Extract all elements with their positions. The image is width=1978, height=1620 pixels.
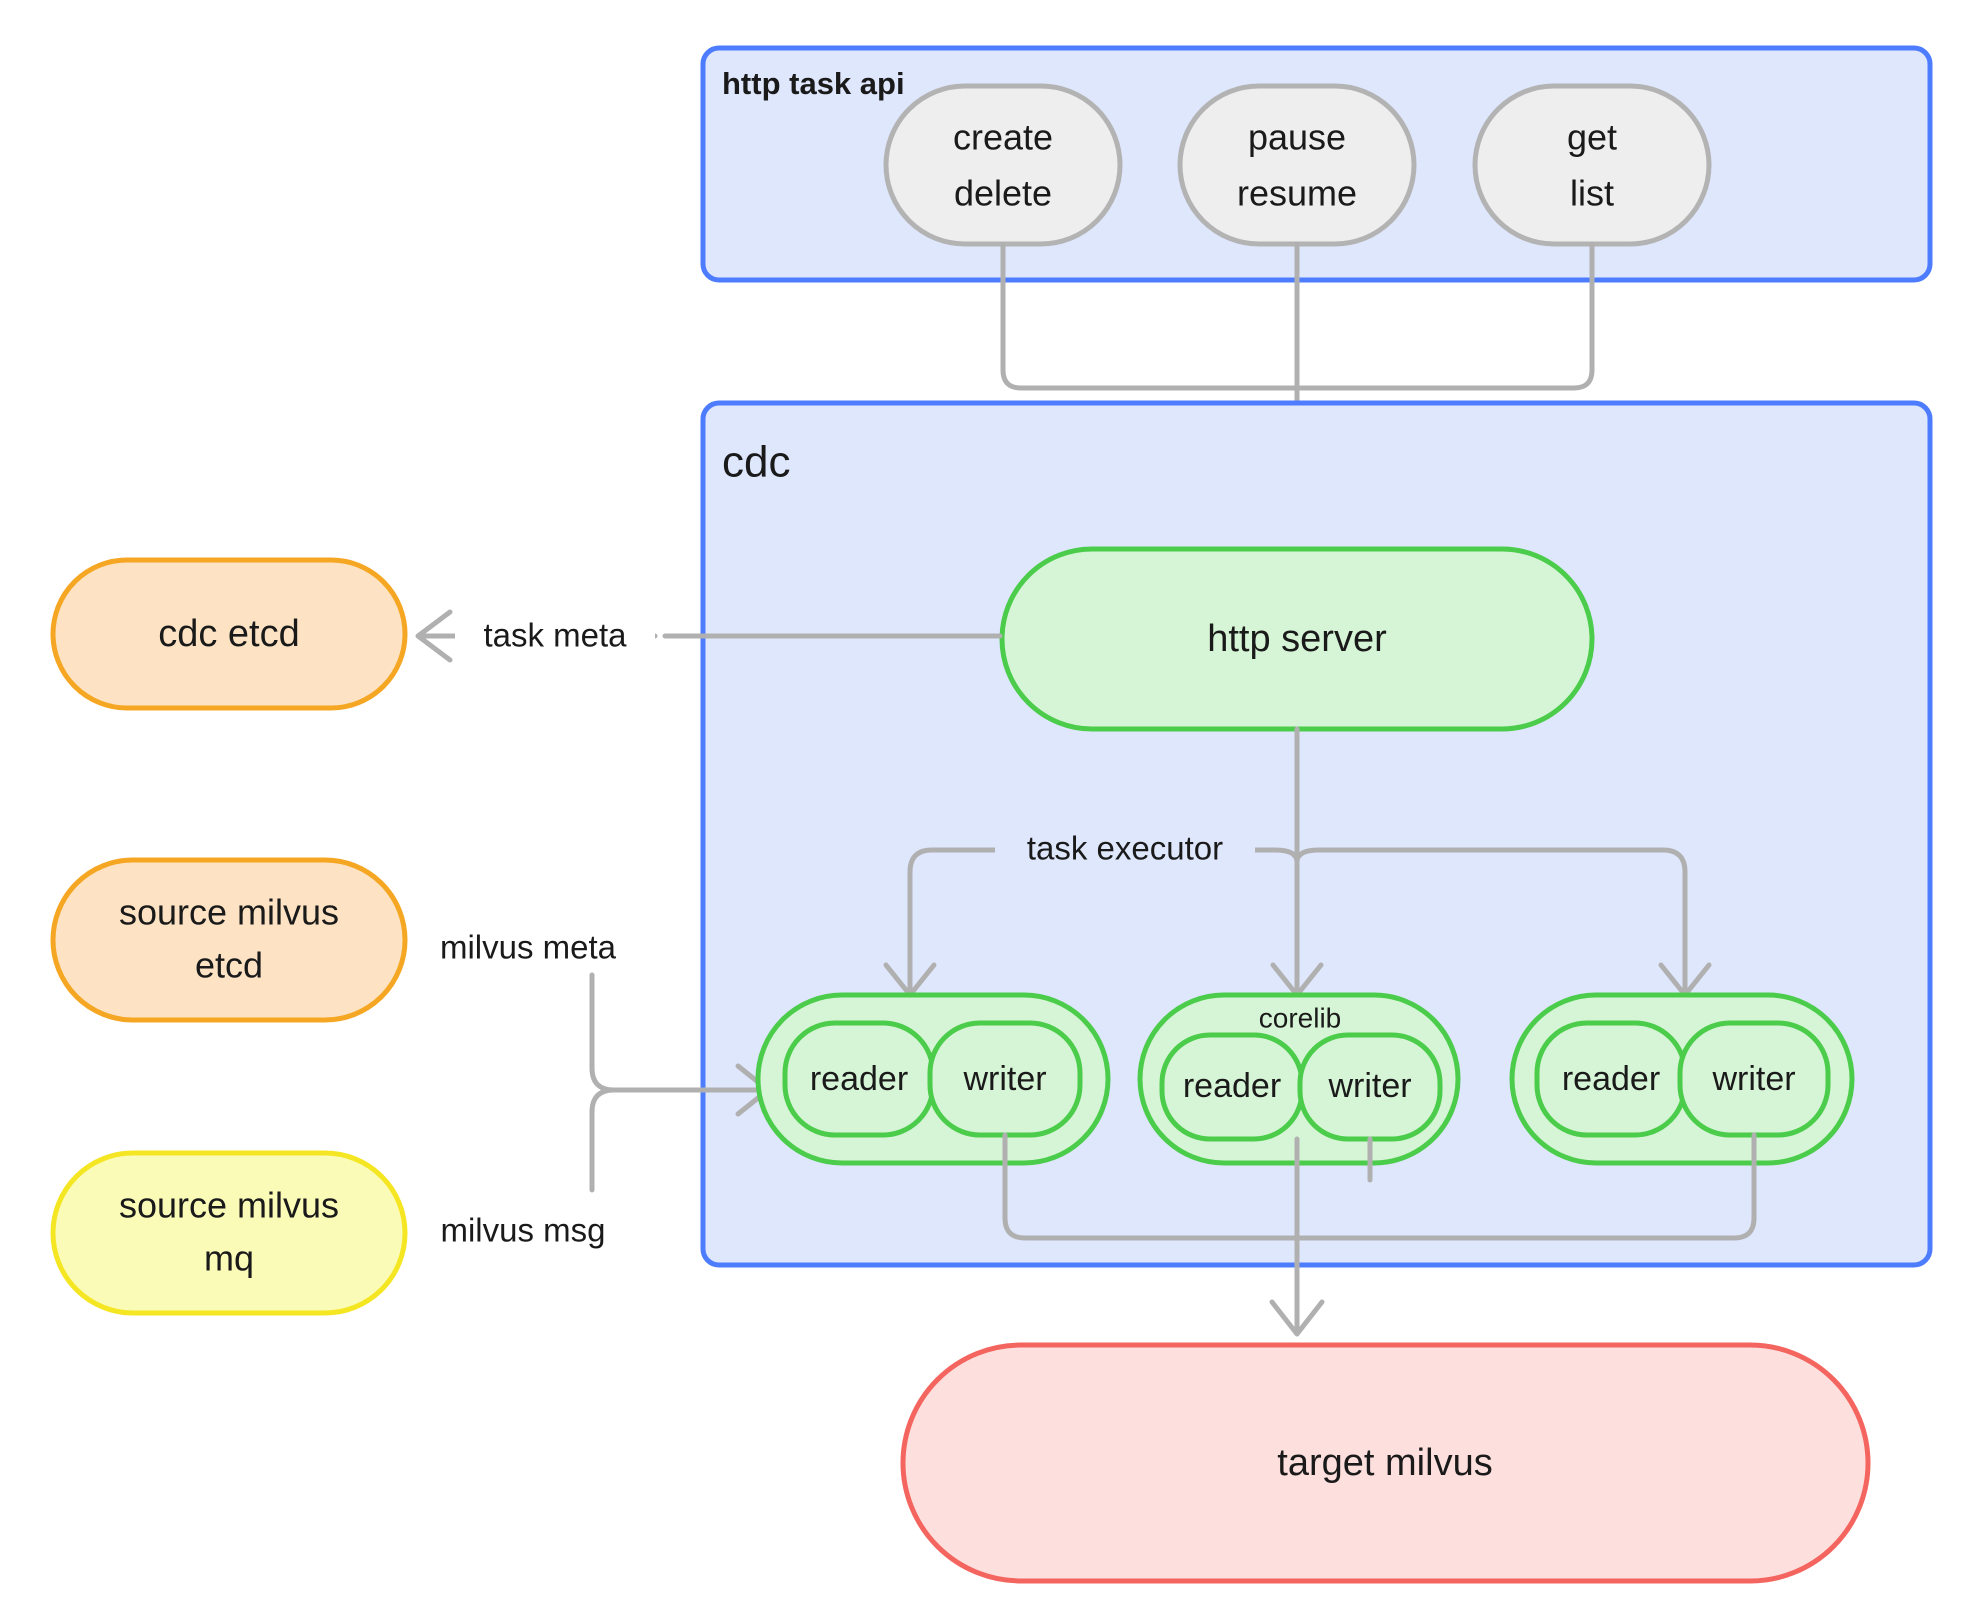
edge-milvus-msg-line	[589, 1087, 617, 1193]
writer-3-label: writer	[1711, 1060, 1795, 1098]
list-label: list	[1570, 173, 1614, 214]
create-label: create	[953, 117, 1053, 158]
api-endpoint-get-list[interactable]: get list	[1472, 83, 1712, 247]
source-milvus-etcd-line1: source milvus	[119, 892, 339, 933]
cdc-etcd-node[interactable]: cdc etcd	[50, 557, 408, 711]
source-milvus-etcd-box[interactable]	[50, 857, 408, 1023]
source-milvus-mq-line1: source milvus	[119, 1185, 339, 1226]
edge-milvus-meta-label: milvus meta	[440, 929, 617, 966]
pause-label: pause	[1248, 117, 1346, 158]
writer-1-label: writer	[962, 1060, 1046, 1098]
source-milvus-mq-line2: mq	[204, 1238, 254, 1279]
corelib-label: corelib	[1259, 1002, 1341, 1033]
diagram-canvas: http task api create delete pause resume…	[0, 0, 1978, 1620]
edge-milvus-msg-label: milvus msg	[440, 1212, 605, 1249]
source-milvus-mq-node[interactable]: source milvus mq	[50, 1150, 408, 1316]
writer-2-label: writer	[1327, 1067, 1411, 1105]
executor-group-3[interactable]: reader writer	[1509, 992, 1855, 1166]
api-endpoint-create-delete[interactable]: create delete	[883, 83, 1123, 247]
executor-group-1[interactable]: reader writer	[755, 992, 1111, 1166]
source-milvus-etcd-line2: etcd	[195, 945, 263, 986]
source-milvus-mq-box[interactable]	[50, 1150, 408, 1316]
reader-2-label: reader	[1183, 1067, 1281, 1105]
cdc-title: cdc	[722, 438, 790, 487]
create-delete-pill[interactable]	[883, 83, 1123, 247]
delete-label: delete	[954, 173, 1052, 214]
http-task-api-title: http task api	[722, 66, 905, 101]
http-server-node[interactable]: http server	[999, 546, 1595, 732]
target-milvus-label: target milvus	[1277, 1442, 1492, 1484]
api-endpoint-pause-resume[interactable]: pause resume	[1177, 83, 1417, 247]
source-milvus-etcd-node[interactable]: source milvus etcd	[50, 857, 408, 1023]
get-list-pill[interactable]	[1472, 83, 1712, 247]
reader-3-label: reader	[1562, 1060, 1660, 1098]
target-milvus-node[interactable]: target milvus	[900, 1342, 1871, 1584]
resume-label: resume	[1237, 173, 1357, 214]
get-label: get	[1567, 117, 1617, 158]
edge-task-executor-label: task executor	[1027, 830, 1223, 867]
pause-resume-pill[interactable]	[1177, 83, 1417, 247]
reader-1-label: reader	[810, 1060, 908, 1098]
architecture-diagram: http task api create delete pause resume…	[50, 45, 1933, 1584]
cdc-etcd-label: cdc etcd	[158, 613, 300, 655]
http-server-label: http server	[1207, 618, 1387, 660]
edge-task-meta-label: task meta	[483, 617, 627, 654]
